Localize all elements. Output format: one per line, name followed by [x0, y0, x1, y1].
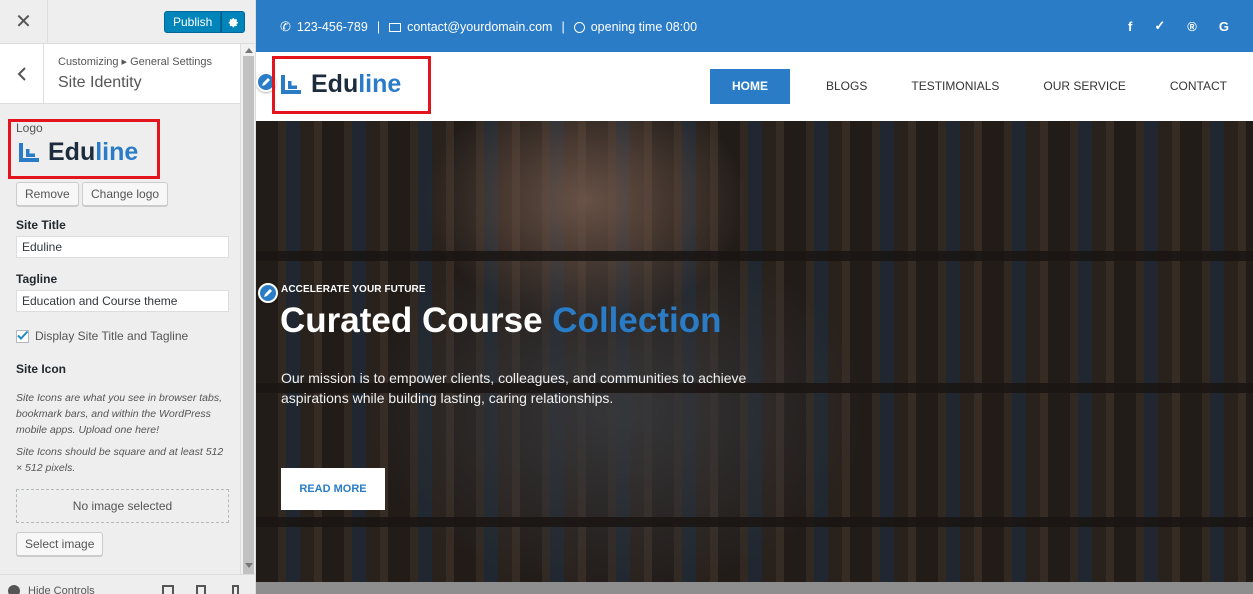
dribbble-icon[interactable]: ® — [1187, 19, 1197, 34]
select-image-button[interactable]: Select image — [16, 532, 104, 556]
twitter-icon[interactable]: ✓ — [1154, 18, 1165, 34]
breadcrumb-parent: General Settings — [130, 56, 212, 68]
change-logo-button[interactable]: Change logo — [82, 182, 169, 206]
section-header: Customizing ▸ General Settings Site Identi… — [0, 44, 240, 104]
scrollbar-thumb[interactable] — [243, 56, 254, 594]
phone-number: 123-456-789 — [296, 20, 368, 34]
opening-time: opening time 08:00 — [590, 20, 698, 34]
tagline-input[interactable]: Education and Course theme — [16, 290, 229, 312]
checkmark-icon — [17, 330, 29, 340]
customizer-sidebar: ✕ Publish Customizing▸General Settings — [0, 0, 256, 594]
remove-logo-button[interactable]: Remove — [16, 182, 79, 206]
publish-settings-button[interactable] — [221, 11, 246, 33]
google-icon[interactable]: G — [1219, 19, 1229, 34]
breadcrumb-separator: ▸ — [121, 56, 128, 68]
scroll-down-arrow-icon[interactable] — [245, 563, 253, 568]
pencil-icon — [264, 289, 272, 297]
publish-group: Publish — [164, 11, 246, 33]
site-logo-highlight-box — [272, 56, 431, 114]
display-title-row: Display Site Title and Tagline — [16, 329, 188, 343]
nav-home[interactable]: HOME — [710, 69, 790, 104]
contact-info: ✆ 123-456-789 | contact@yourdomain.com |… — [280, 19, 697, 35]
close-customizer-button[interactable]: ✕ — [0, 0, 48, 44]
logo-highlight-box — [8, 119, 160, 179]
hide-controls-icon — [8, 585, 20, 594]
phone-icon: ✆ — [280, 19, 291, 34]
sidebar-scrollbar[interactable] — [240, 44, 255, 594]
desktop-preview-icon[interactable] — [162, 585, 174, 594]
section-divider — [256, 582, 1253, 594]
customizer-footer: Hide Controls — [0, 574, 255, 594]
back-button[interactable] — [0, 44, 44, 104]
pencil-icon — [262, 78, 270, 86]
email-icon — [389, 22, 402, 32]
tablet-preview-icon[interactable] — [196, 585, 206, 594]
section-title: Site Identity — [58, 74, 142, 91]
hero-description: Our mission is to empower clients, colle… — [281, 370, 747, 406]
hero-banner: ACCELERATE YOUR FUTURE Curated Course Co… — [256, 121, 1253, 582]
tagline-label: Tagline — [16, 272, 58, 286]
site-identity-controls: Logo Edu line Remove Change logo Site Tit… — [0, 104, 240, 574]
site-title-label: Site Title — [16, 218, 66, 232]
mobile-preview-icon[interactable] — [232, 585, 239, 594]
main-navbar: Edu line HOME BLOGS TESTIMONIALS OUR SERV… — [256, 52, 1253, 121]
top-info-bar: ✆ 123-456-789 | contact@yourdomain.com |… — [256, 0, 1253, 52]
info-separator: | — [561, 20, 565, 34]
hero-title: Curated Course Collection — [280, 301, 721, 341]
edit-hero-shortcut[interactable] — [258, 283, 278, 303]
email-address: contact@yourdomain.com — [407, 20, 553, 34]
social-links: f ✓ ® G — [1106, 18, 1229, 34]
nav-menu: HOME BLOGS TESTIMONIALS OUR SERVICE CONT… — [710, 69, 1249, 104]
publish-button[interactable]: Publish — [164, 11, 222, 33]
site-preview: ✆ 123-456-789 | contact@yourdomain.com |… — [256, 0, 1253, 594]
scroll-up-arrow-icon[interactable] — [245, 48, 253, 53]
site-title-input[interactable]: Eduline — [16, 236, 229, 258]
nav-our-service[interactable]: OUR SERVICE — [1021, 69, 1147, 104]
chevron-left-icon — [17, 67, 26, 81]
customizer-window: ✕ Publish Customizing▸General Settings — [0, 0, 1253, 594]
gear-icon — [228, 17, 238, 27]
read-more-button[interactable]: READ MORE — [281, 468, 385, 510]
site-icon-placeholder: No image selected — [16, 489, 229, 523]
nav-blogs[interactable]: BLOGS — [804, 69, 889, 104]
hero-title-main: Curated Course — [280, 301, 543, 340]
site-icon-size-note: Site Icons should be square and at least… — [16, 446, 224, 474]
hero-title-accent: Collection — [552, 301, 722, 340]
nav-testimonials[interactable]: TESTIMONIALS — [889, 69, 1021, 104]
close-icon: ✕ — [15, 11, 32, 33]
hero-overlay — [256, 121, 1253, 582]
customizer-header: ✕ Publish — [0, 0, 255, 44]
breadcrumb: Customizing ▸ General Settings — [58, 55, 212, 68]
info-separator: | — [376, 20, 381, 34]
facebook-icon[interactable]: f — [1128, 19, 1132, 34]
site-icon-label: Site Icon — [16, 362, 67, 376]
nav-contact[interactable]: CONTACT — [1148, 69, 1249, 104]
clock-icon — [573, 21, 585, 33]
hero-kicker: ACCELERATE YOUR FUTURE — [281, 284, 426, 295]
display-title-label: Display Site Title and Tagline — [35, 329, 189, 343]
hide-controls-button[interactable]: Hide Controls — [8, 585, 95, 594]
breadcrumb-root: Customizing — [58, 56, 119, 68]
site-icon-description: Site Icons are what you see in browser t… — [16, 392, 223, 436]
display-title-checkbox[interactable] — [16, 329, 29, 343]
hide-controls-label: Hide Controls — [28, 585, 95, 594]
